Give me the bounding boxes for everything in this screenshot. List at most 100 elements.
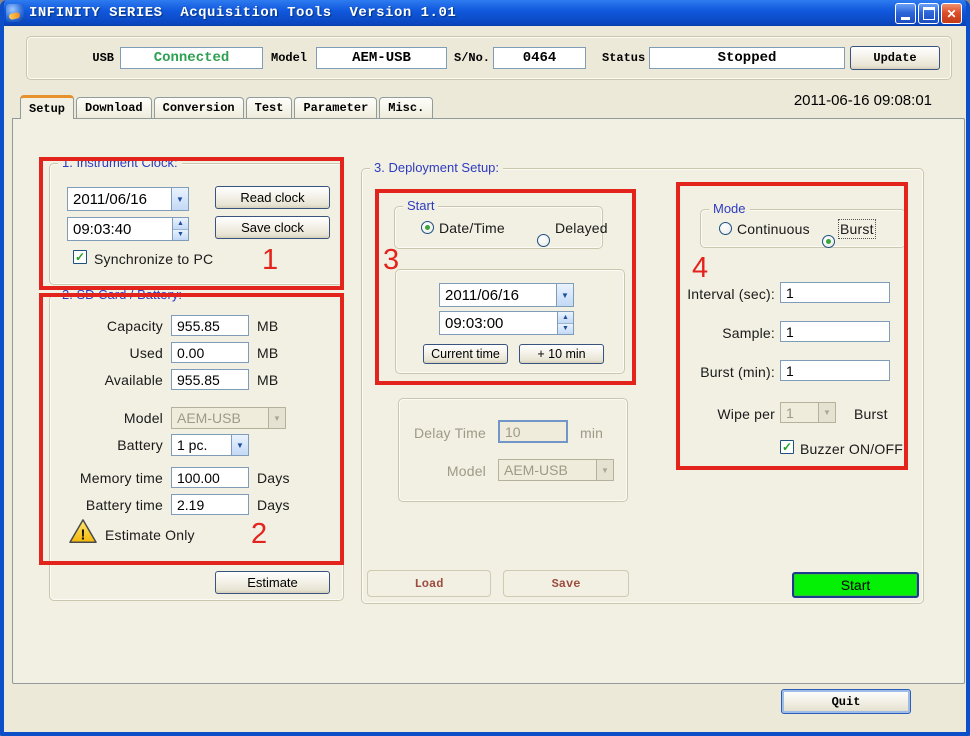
estimate-only-note: Estimate Only: [105, 527, 195, 543]
wipe-per-combobox: 1 ▼: [780, 402, 836, 423]
memory-time-field[interactable]: 100.00: [171, 467, 249, 488]
start-time-spinner[interactable]: 09:03:00 ▲▼: [439, 311, 574, 335]
sample-field[interactable]: 1: [780, 321, 890, 342]
sync-to-pc-checkbox[interactable]: ✓: [73, 250, 87, 264]
load-button[interactable]: Load: [367, 570, 491, 597]
delayed-radio-label: Delayed: [555, 220, 608, 236]
instrument-clock-group: 1. Instrument Clock: 2011/06/16 ▼ Read c…: [49, 163, 344, 285]
chevron-down-icon[interactable]: ▼: [231, 435, 248, 455]
svg-text:!: !: [81, 527, 86, 543]
maximize-button[interactable]: [918, 3, 939, 24]
burst-min-label: Burst (min):: [647, 364, 775, 380]
start-datetime-subgroup: 2011/06/16 ▼ 09:03:00 ▲▼ Current time + …: [395, 269, 625, 374]
tab-parameter[interactable]: Parameter: [294, 97, 377, 118]
save-button[interactable]: Save: [503, 570, 629, 597]
buzzer-checkbox[interactable]: ✓: [780, 440, 794, 454]
available-label: Available: [50, 372, 163, 388]
delayed-radio[interactable]: [537, 234, 550, 247]
delay-model-combobox: AEM-USB ▼: [498, 459, 614, 481]
estimate-button[interactable]: Estimate: [215, 571, 330, 594]
window-title: INFINITY SERIES Acquisition Tools Versio…: [29, 5, 456, 21]
datetime-radio-label: Date/Time: [439, 220, 505, 236]
start-date-value: 2011/06/16: [440, 284, 556, 306]
delay-model-value: AEM-USB: [499, 460, 596, 480]
datetime-radio[interactable]: [421, 221, 434, 234]
clock-time-spinner[interactable]: 09:03:40 ▲▼: [67, 217, 189, 241]
tab-download[interactable]: Download: [76, 97, 152, 118]
warning-icon: !: [68, 518, 98, 545]
delay-time-field: 10: [498, 420, 568, 443]
maximize-icon: [919, 4, 938, 23]
battery-time-label: Battery time: [50, 497, 163, 513]
update-button[interactable]: Update: [850, 46, 940, 70]
start-button[interactable]: Start: [792, 572, 919, 598]
clock-date-value: 2011/06/16: [68, 188, 171, 210]
tab-setup[interactable]: Setup: [20, 95, 74, 119]
plus-10-min-button[interactable]: + 10 min: [519, 344, 604, 364]
capacity-field[interactable]: 955.85: [171, 315, 249, 336]
memory-time-unit: Days: [257, 470, 290, 486]
spinner-arrows-icon[interactable]: ▲▼: [557, 312, 573, 334]
spinner-arrows-icon[interactable]: ▲▼: [172, 218, 188, 240]
serial-field: 0464: [493, 47, 586, 69]
sd-model-value: AEM-USB: [172, 408, 268, 428]
tab-test[interactable]: Test: [246, 97, 293, 118]
used-label: Used: [50, 345, 163, 361]
burst-radio[interactable]: [822, 235, 835, 248]
usb-label: USB: [64, 51, 114, 65]
close-icon: ✕: [942, 4, 961, 23]
chevron-down-icon[interactable]: ▼: [556, 284, 573, 306]
close-button[interactable]: ✕: [941, 3, 962, 24]
mode-subgroup-title: Mode: [709, 201, 750, 216]
wipe-per-label: Wipe per: [647, 406, 775, 422]
model-field: AEM-USB: [316, 47, 447, 69]
read-clock-button[interactable]: Read clock: [215, 186, 330, 209]
model-label: Model: [271, 51, 307, 65]
clock-date-combobox[interactable]: 2011/06/16 ▼: [67, 187, 189, 211]
sync-to-pc-label: Synchronize to PC: [94, 251, 213, 267]
start-date-combobox[interactable]: 2011/06/16 ▼: [439, 283, 574, 307]
capacity-label: Capacity: [50, 318, 163, 334]
tab-misc[interactable]: Misc.: [379, 97, 433, 118]
instrument-clock-title: 1. Instrument Clock:: [58, 155, 182, 170]
current-time-button[interactable]: Current time: [423, 344, 508, 364]
start-mode-subgroup: Start Date/Time Delayed: [394, 206, 603, 249]
status-label: Status: [602, 51, 645, 65]
app-window: INFINITY SERIES Acquisition Tools Versio…: [0, 0, 970, 736]
title-bar[interactable]: INFINITY SERIES Acquisition Tools Versio…: [0, 0, 970, 26]
continuous-radio-label: Continuous: [737, 221, 810, 237]
chevron-down-icon: ▼: [268, 408, 285, 428]
burst-min-field[interactable]: 1: [780, 360, 890, 381]
minimize-button[interactable]: [895, 3, 916, 24]
chevron-down-icon: ▼: [596, 460, 613, 480]
battery-value: 1 pc.: [172, 435, 231, 455]
available-field[interactable]: 955.85: [171, 369, 249, 390]
battery-combobox[interactable]: 1 pc. ▼: [171, 434, 249, 456]
burst-radio-label: Burst: [840, 221, 874, 237]
save-clock-button[interactable]: Save clock: [215, 216, 330, 239]
clock-time-value: 09:03:40: [68, 218, 172, 240]
serial-label: S/No.: [454, 51, 490, 65]
usb-status-field: Connected: [120, 47, 263, 69]
chevron-down-icon[interactable]: ▼: [171, 188, 188, 210]
chevron-down-icon: ▼: [818, 403, 835, 422]
current-datetime: 2011-06-16 09:08:01: [794, 92, 932, 109]
minimize-icon: [896, 4, 915, 23]
mode-subgroup: Mode Continuous Burst: [700, 209, 906, 248]
deployment-setup-title: 3. Deployment Setup:: [370, 160, 503, 175]
used-unit: MB: [257, 345, 278, 361]
tab-bar: Setup Download Conversion Test Parameter…: [20, 95, 433, 119]
interval-field[interactable]: 1: [780, 282, 890, 303]
battery-time-field[interactable]: 2.19: [171, 494, 249, 515]
sdcard-battery-title: 2. SD Card / Battery:: [58, 287, 186, 302]
app-icon: [6, 4, 24, 22]
sd-model-label: Model: [50, 410, 163, 426]
tab-conversion[interactable]: Conversion: [154, 97, 244, 118]
used-field[interactable]: 0.00: [171, 342, 249, 363]
quit-button[interactable]: Quit: [781, 689, 911, 714]
sample-label: Sample:: [647, 325, 775, 341]
continuous-radio[interactable]: [719, 222, 732, 235]
delay-time-unit: min: [580, 425, 603, 441]
deployment-setup-group: 3. Deployment Setup: Start Date/Time Del…: [361, 168, 924, 604]
start-time-value: 09:03:00: [440, 312, 557, 334]
